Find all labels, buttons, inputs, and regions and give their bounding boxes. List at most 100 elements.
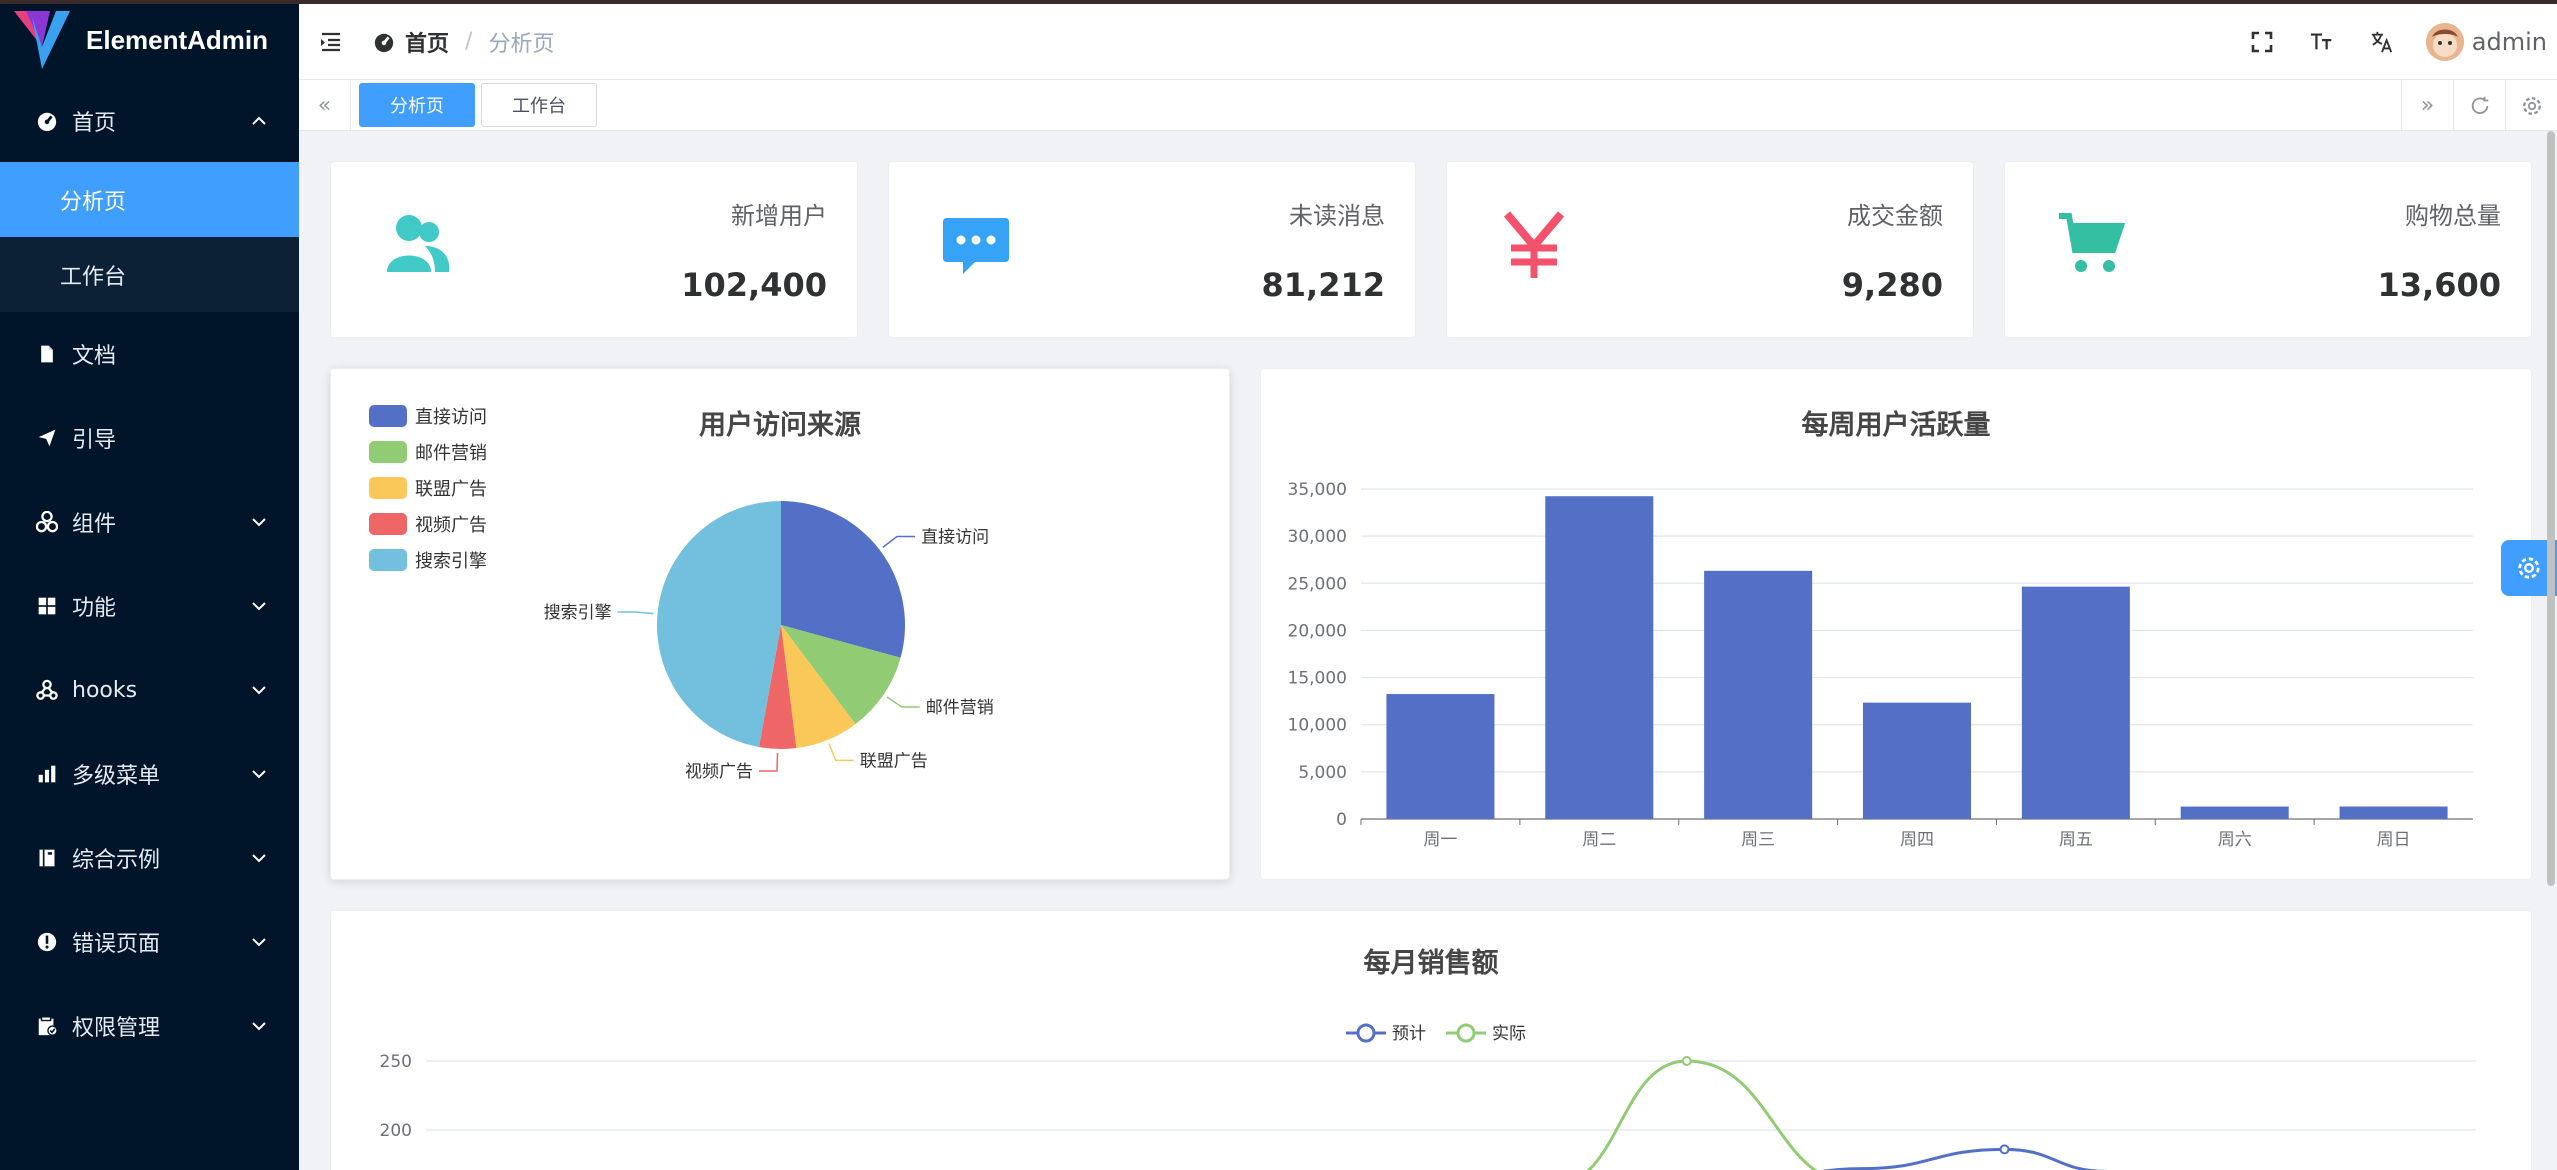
pie-label: 视频广告	[685, 762, 753, 782]
collapse-menu-icon[interactable]	[319, 30, 343, 54]
bar	[2339, 806, 2448, 819]
bar	[2180, 806, 2289, 819]
pie-label: 搜索引擎	[544, 603, 612, 623]
stat-label: 未读消息	[1289, 202, 1385, 230]
bar	[1386, 694, 1495, 819]
stat-value: 13,600	[2377, 266, 2501, 304]
y-tick-label: 25,000	[1288, 574, 1347, 594]
chevron-down-icon	[252, 854, 266, 863]
stat-card-new-users[interactable]: 新增用户 102,400	[330, 161, 858, 338]
legend-label: 预计	[1392, 1024, 1426, 1044]
y-tick-label: 15,000	[1288, 669, 1347, 689]
sidebar-item-hooks[interactable]: hooks	[0, 648, 299, 732]
x-tick-label: 周一	[1423, 830, 1457, 850]
data-point	[1999, 1144, 2010, 1155]
sidebar-item-label: 引导	[72, 428, 117, 453]
y-tick-label: 0	[1336, 810, 1347, 830]
send-icon	[36, 427, 58, 449]
stat-value: 81,212	[1261, 266, 1385, 304]
bar	[2021, 586, 2130, 819]
breadcrumb-home[interactable]: 首页	[373, 26, 449, 58]
chart-card-weekly-active: 每周用户活跃量 0 5,000 10,000 15,000 20,000 25,000 30…	[1260, 368, 2532, 880]
sidebar-item-label: 组件	[72, 512, 117, 537]
sidebar-item-guide[interactable]: 引导	[0, 396, 299, 480]
sidebar-item-label: 权限管理	[72, 1016, 161, 1041]
scrollbar[interactable]	[2547, 131, 2555, 886]
chevron-down-icon	[252, 686, 266, 695]
sidebar-item-features[interactable]: 功能	[0, 564, 299, 648]
components-icon	[36, 511, 58, 533]
pie-label-line	[758, 752, 779, 772]
dashboard-icon	[36, 110, 58, 132]
translate-icon[interactable]	[2368, 28, 2396, 56]
tags-scroll-left-icon[interactable]: «	[299, 80, 351, 131]
font-size-icon[interactable]	[2308, 28, 2336, 56]
pie-chart: 直接访问邮件营销联盟广告视频广告 搜索引擎	[544, 501, 994, 782]
sidebar-item-home[interactable]: 首页	[0, 80, 299, 162]
stat-value: 102,400	[681, 266, 827, 304]
book-icon	[36, 847, 58, 869]
permission-icon	[36, 1015, 58, 1037]
logo[interactable]: ElementAdmin	[0, 0, 299, 80]
x-tick-label: 周六	[2218, 830, 2252, 850]
sidebar-item-workplace[interactable]: 工作台	[0, 237, 299, 312]
breadcrumb: 首页 / 分析页	[373, 26, 554, 58]
header-tools: admin	[2232, 4, 2547, 80]
sidebar-item-analysis[interactable]: 分析页	[0, 162, 299, 237]
sidebar: ElementAdmin 首页 分析页 工作台 文档 引导 组件 功能 hook…	[0, 0, 299, 1170]
stat-value: 9,280	[1841, 266, 1943, 304]
sidebar-item-label: 首页	[72, 111, 117, 136]
breadcrumb-current: 分析页	[488, 31, 555, 57]
sidebar-item-label: 多级菜单	[72, 764, 161, 789]
refresh-icon[interactable]	[2453, 80, 2505, 131]
y-tick-label: 20,000	[1288, 621, 1347, 641]
tags-scroll-right-icon[interactable]: »	[2401, 80, 2453, 131]
data-point	[1681, 1056, 1692, 1066]
stat-card-transaction-amount[interactable]: 成交金额 9,280	[1446, 161, 1974, 338]
top-accent-line	[0, 0, 2557, 4]
gear-icon[interactable]	[2505, 80, 2557, 131]
sidebar-item-permissions[interactable]: 权限管理	[0, 984, 299, 1068]
bar	[1862, 702, 1972, 819]
pie-label-line	[828, 743, 854, 762]
x-tick-label: 周三	[1741, 830, 1775, 850]
chevron-up-icon	[252, 116, 266, 125]
tags-tools: »	[2401, 80, 2557, 131]
chart-card-monthly-sales: 每月销售额 250 200 预计 实际	[330, 910, 2532, 1170]
legend-marker	[1456, 1023, 1476, 1043]
chevron-down-icon	[252, 518, 266, 527]
sidebar-item-examples[interactable]: 综合示例	[0, 816, 299, 900]
chevron-down-icon	[252, 1022, 266, 1031]
pie-label-line	[882, 535, 916, 548]
pie-label-line	[886, 696, 920, 708]
series-line	[1822, 1147, 2108, 1170]
chevron-down-icon	[252, 938, 266, 947]
stat-card-shopping-total[interactable]: 购物总量 13,600	[2004, 161, 2532, 338]
tab-workplace[interactable]: 工作台	[481, 83, 597, 127]
sidebar-item-docs[interactable]: 文档	[0, 312, 299, 396]
x-tick-label: 周日	[2377, 830, 2411, 850]
app-title: ElementAdmin	[86, 24, 269, 55]
stat-label: 购物总量	[2405, 202, 2501, 230]
sidebar-item-multilevel[interactable]: 多级菜单	[0, 732, 299, 816]
y-tick-label: 10,000	[1288, 716, 1347, 736]
tags-view: « 分析页 工作台 »	[299, 80, 2557, 131]
avatar[interactable]	[2425, 23, 2464, 61]
y-tick-label: 30,000	[1288, 527, 1347, 547]
sidebar-item-components[interactable]: 组件	[0, 480, 299, 564]
grid-icon	[36, 595, 58, 617]
chevron-down-icon	[252, 602, 266, 611]
tab-analysis[interactable]: 分析页	[359, 83, 475, 127]
sidebar-item-error-pages[interactable]: 错误页面	[0, 900, 299, 984]
username[interactable]: admin	[2472, 28, 2547, 56]
pie-slice	[657, 501, 781, 748]
bar-chart: 0 5,000 10,000 15,000 20,000 25,000 30,000 35,0…	[1288, 480, 2473, 850]
bar-chart-icon	[36, 763, 58, 785]
bar	[1704, 570, 1813, 819]
breadcrumb-home-label: 首页	[405, 31, 450, 57]
stat-card-unread-messages[interactable]: 未读消息 81,212	[888, 161, 1416, 338]
users-icon	[387, 215, 450, 272]
fullscreen-icon[interactable]	[2248, 28, 2276, 56]
breadcrumb-separator: /	[465, 29, 473, 54]
sidebar-item-label: 综合示例	[72, 848, 161, 873]
